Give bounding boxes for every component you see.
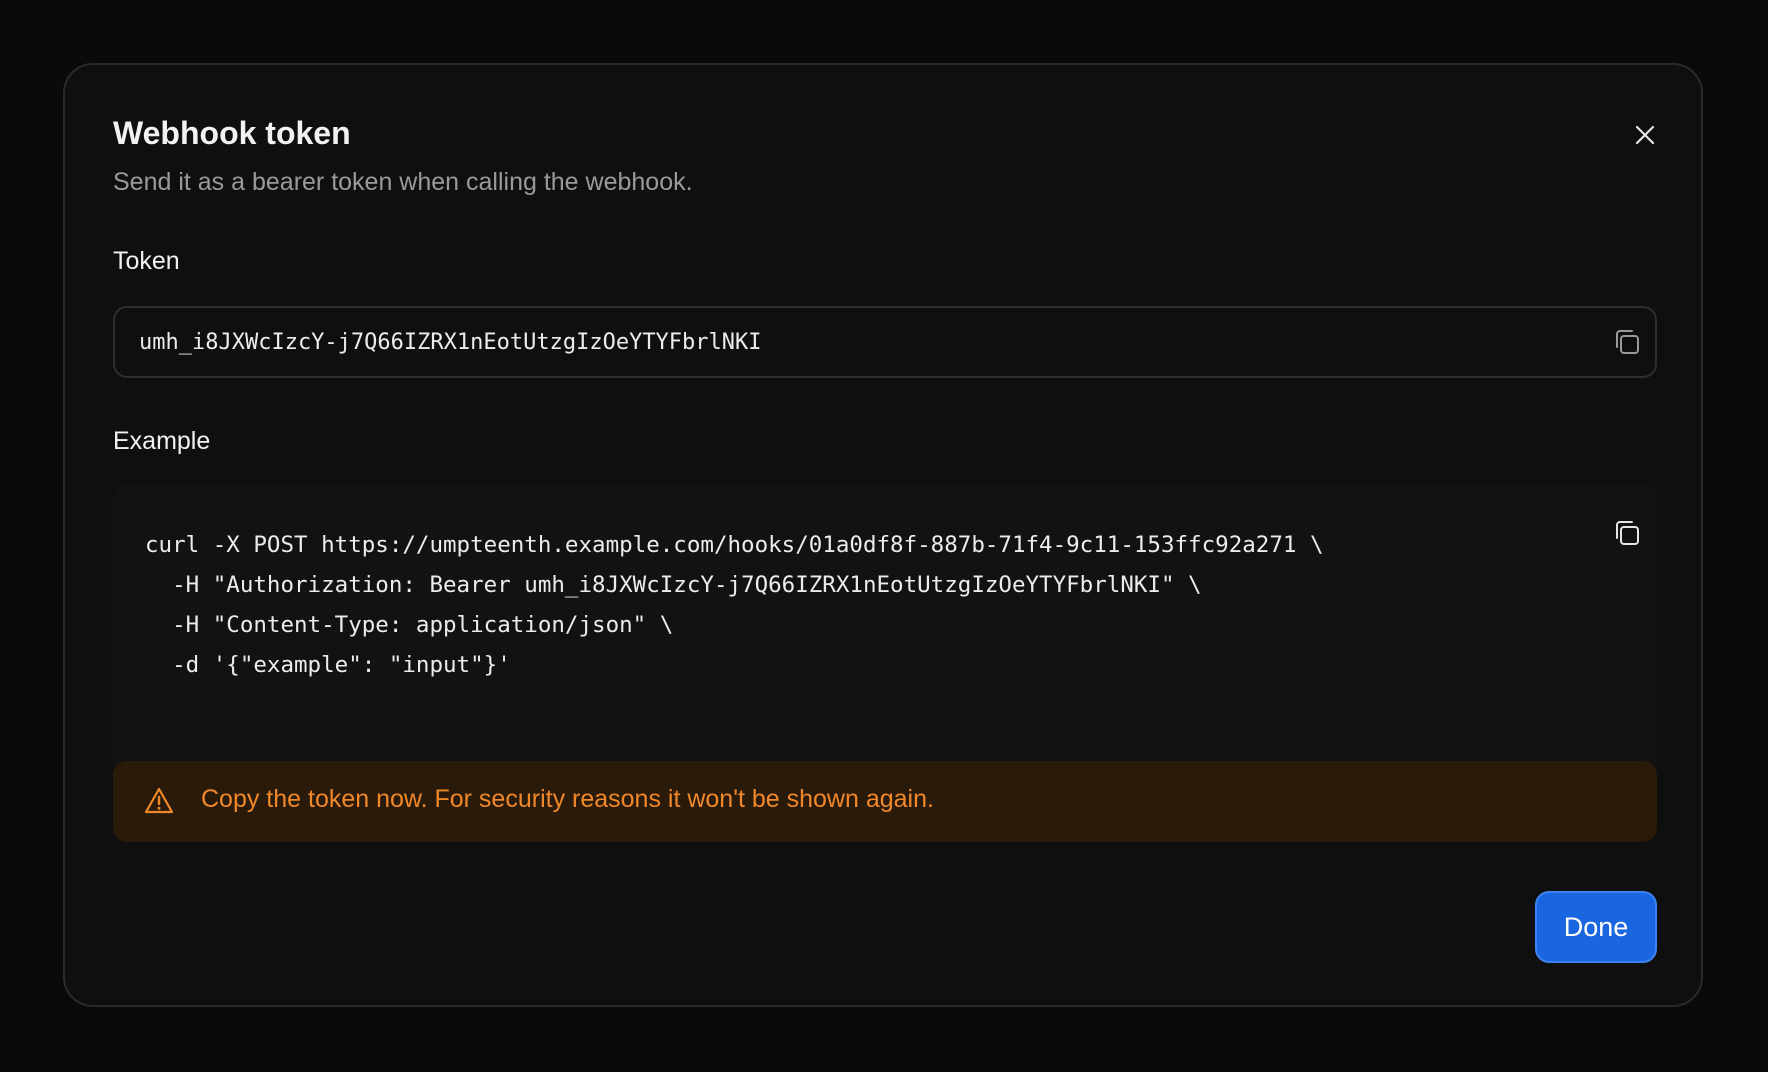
token-field[interactable]: umh_i8JXWcIzcY-j7Q66IZRX1nEotUtzgIzOeYTY…	[113, 306, 1657, 378]
warning-icon	[144, 787, 174, 814]
close-button[interactable]	[1625, 115, 1665, 155]
warning-banner: Copy the token now. For security reasons…	[113, 761, 1657, 842]
code-line: -d '{"example": "input"}'	[145, 652, 511, 678]
code-line: -H "Authorization: Bearer umh_i8JXWcIzcY…	[145, 572, 1202, 598]
close-icon	[1635, 125, 1655, 145]
token-label: Token	[113, 247, 180, 275]
example-code-block: curl -X POST https://umpteenth.example.c…	[113, 485, 1657, 775]
code-line: -H "Content-Type: application/json" \	[145, 612, 674, 638]
webhook-token-dialog: Webhook token Send it as a bearer token …	[63, 63, 1703, 1007]
warning-text: Copy the token now. For security reasons…	[201, 785, 934, 813]
copy-icon	[1616, 521, 1639, 545]
token-value[interactable]: umh_i8JXWcIzcY-j7Q66IZRX1nEotUtzgIzOeYTY…	[139, 327, 762, 359]
dialog-subtitle: Send it as a bearer token when calling t…	[113, 168, 693, 196]
done-button[interactable]: Done	[1535, 891, 1657, 963]
example-label: Example	[113, 427, 211, 455]
copy-icon	[1616, 330, 1639, 354]
copy-token-button[interactable]	[1607, 322, 1647, 362]
code-lines: curl -X POST https://umpteenth.example.c…	[145, 525, 1324, 685]
code-line: curl -X POST https://umpteenth.example.c…	[145, 532, 1324, 558]
dialog-title: Webhook token	[113, 115, 351, 151]
copy-example-button[interactable]	[1607, 513, 1647, 553]
